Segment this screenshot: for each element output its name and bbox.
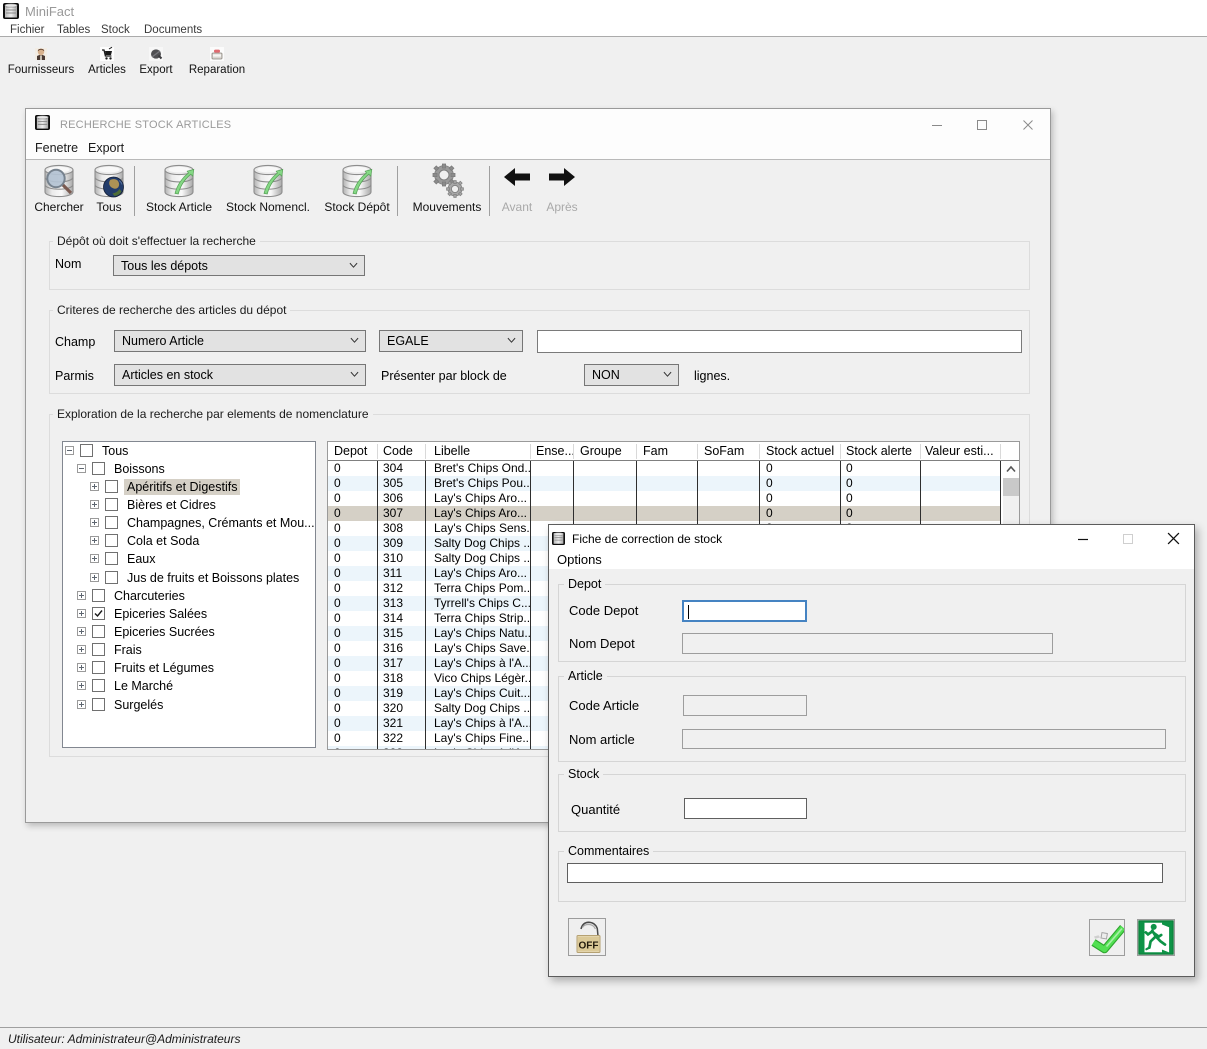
svg-text:OFF: OFF <box>579 941 599 952</box>
